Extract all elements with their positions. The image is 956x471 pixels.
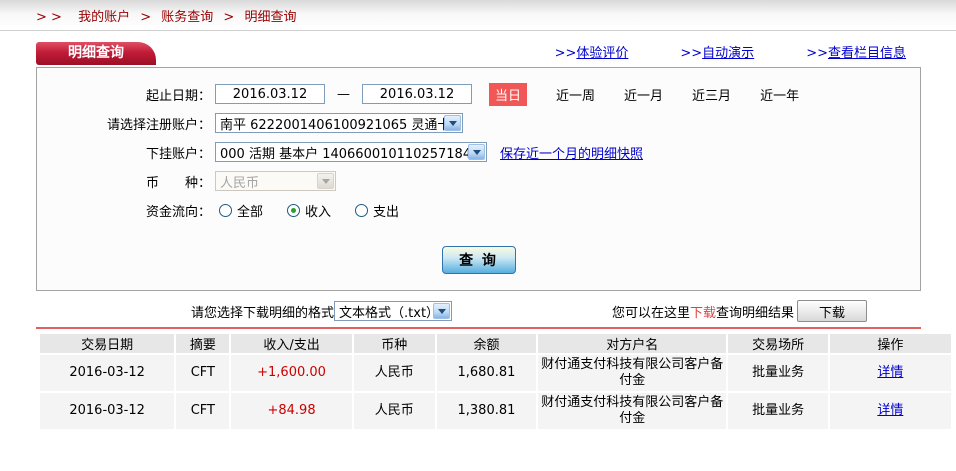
section-divider [36, 327, 921, 329]
breadcrumb-item-my-account[interactable]: 我的账户 [78, 10, 130, 25]
breadcrumb-item-account-query[interactable]: 账务查询 [161, 10, 213, 25]
header-currency: 币种 [354, 334, 435, 353]
header-summary: 摘要 [176, 334, 229, 353]
cell-counterparty: 财付通支付科技有限公司客户备付金 [538, 393, 726, 429]
cell-currency: 人民币 [354, 355, 435, 391]
cell-date: 2016-03-12 [40, 393, 174, 429]
save-snapshot-link[interactable]: 保存近一个月的明细快照 [500, 143, 643, 162]
header-action: 操作 [830, 334, 951, 353]
radio-option-income[interactable]: 收入 [287, 201, 331, 220]
query-button[interactable]: 查 询 [442, 246, 516, 274]
quick-range-quarter[interactable]: 近三月 [692, 85, 731, 104]
cell-currency: 人民币 [354, 393, 435, 429]
header-channel: 交易场所 [728, 334, 827, 353]
cell-amount: +84.98 [231, 393, 351, 429]
table-header-row: 交易日期 摘要 收入/支出 币种 余额 对方户名 交易场所 操作 [40, 334, 951, 353]
cell-balance: 1,380.81 [437, 393, 536, 429]
breadcrumb-item-detail-query[interactable]: 明细查询 [244, 10, 296, 25]
query-row: 查 询 [37, 246, 920, 274]
radio-icon [355, 204, 368, 217]
cell-channel: 批量业务 [728, 355, 827, 391]
quick-range-week[interactable]: 近一周 [556, 85, 595, 104]
cell-date: 2016-03-12 [40, 355, 174, 391]
quick-range-year[interactable]: 近一年 [760, 85, 799, 104]
download-format-label: 请您选择下载明细的格式 [191, 302, 334, 321]
tab-row: 明细查询 >>体验评价 >>自动演示 >>查看栏目信息 [36, 41, 920, 65]
table-row: 2016-03-12 CFT +84.98 人民币 1,380.81 财付通支付… [40, 393, 951, 429]
radio-option-expense[interactable]: 支出 [355, 201, 399, 220]
breadcrumb-separator: > [223, 10, 234, 25]
download-row: 请您选择下载明细的格式 文本格式（.txt） 您可以在这里下载查询明细结果 下载 [36, 300, 921, 322]
quick-range-today[interactable]: 当日 [489, 83, 527, 106]
download-format-select[interactable]: 文本格式（.txt） [334, 301, 452, 321]
date-to-input[interactable] [362, 84, 472, 104]
chevron-down-icon [433, 303, 450, 319]
results-table: 交易日期 摘要 收入/支出 币种 余额 对方户名 交易场所 操作 2016-03… [38, 332, 953, 431]
header-balance: 余额 [437, 334, 536, 353]
radio-checked-icon [287, 204, 300, 217]
currency-label: 币 种： [37, 172, 211, 191]
currency-row: 币 种： 人民币 [37, 170, 920, 192]
breadcrumb-separator: > [140, 10, 151, 25]
radio-icon [219, 204, 232, 217]
cell-balance: 1,680.81 [437, 355, 536, 391]
radio-option-all[interactable]: 全部 [219, 201, 263, 220]
sub-account-label: 下挂账户： [37, 143, 211, 162]
quick-ranges: 当日 近一周 近一月 近三月 近一年 [489, 83, 799, 106]
tab-detail-query[interactable]: 明细查询 [36, 42, 156, 65]
date-range-label: 起止日期： [37, 85, 211, 104]
sub-account-select[interactable]: 000 活期 基本户 1406600101102571848 [215, 142, 487, 162]
top-strip: > > 我的账户 > 账务查询 > 明细查询 [0, 0, 956, 31]
cell-summary: CFT [176, 393, 229, 429]
detail-link[interactable]: 详情 [877, 403, 903, 418]
date-from-input[interactable] [215, 84, 325, 104]
link-auto-demo[interactable]: >>自动演示 [680, 42, 754, 61]
table-row: 2016-03-12 CFT +1,600.00 人民币 1,680.81 财付… [40, 355, 951, 391]
quick-range-month[interactable]: 近一月 [624, 85, 663, 104]
date-range-dash: — [337, 87, 350, 102]
sub-account-row: 下挂账户： 000 活期 基本户 1406600101102571848 保存近… [37, 141, 920, 163]
chevron-down-icon [444, 115, 461, 131]
currency-select: 人民币 [215, 171, 336, 191]
registered-account-select[interactable]: 南平 6222001406100921065 灵通卡 [215, 113, 463, 133]
breadcrumb-prefix: > > [36, 10, 62, 25]
registered-account-label: 请选择注册账户： [37, 114, 211, 133]
breadcrumb: > > 我的账户 > 账务查询 > 明细查询 [36, 6, 296, 25]
chevron-down-icon [468, 144, 485, 160]
download-inline-link[interactable]: 下载 [690, 302, 716, 321]
registered-account-row: 请选择注册账户： 南平 6222001406100921065 灵通卡 [37, 112, 920, 134]
cell-counterparty: 财付通支付科技有限公司客户备付金 [538, 355, 726, 391]
link-experience-review[interactable]: >>体验评价 [555, 42, 629, 61]
detail-link[interactable]: 详情 [877, 365, 903, 380]
chevron-down-icon [317, 173, 334, 189]
query-form: 起止日期： — 当日 近一周 近一月 近三月 近一年 请选择注册账户： 南平 6… [36, 67, 921, 291]
top-links: >>体验评价 >>自动演示 >>查看栏目信息 [555, 42, 906, 65]
header-amount: 收入/支出 [231, 334, 351, 353]
header-counterparty: 对方户名 [538, 334, 726, 353]
fund-flow-row: 资金流向： 全部 收入 支出 [37, 199, 920, 221]
cell-summary: CFT [176, 355, 229, 391]
download-button[interactable]: 下载 [797, 300, 867, 322]
fund-flow-options: 全部 收入 支出 [219, 201, 399, 220]
cell-channel: 批量业务 [728, 393, 827, 429]
header-date: 交易日期 [40, 334, 174, 353]
date-range-row: 起止日期： — 当日 近一周 近一月 近三月 近一年 [37, 83, 920, 105]
fund-flow-label: 资金流向： [37, 201, 211, 220]
download-hint-post: 查询明细结果 [716, 302, 794, 321]
download-hint-pre: 您可以在这里 [612, 302, 690, 321]
link-view-column-info[interactable]: >>查看栏目信息 [806, 42, 906, 61]
cell-amount: +1,600.00 [231, 355, 351, 391]
